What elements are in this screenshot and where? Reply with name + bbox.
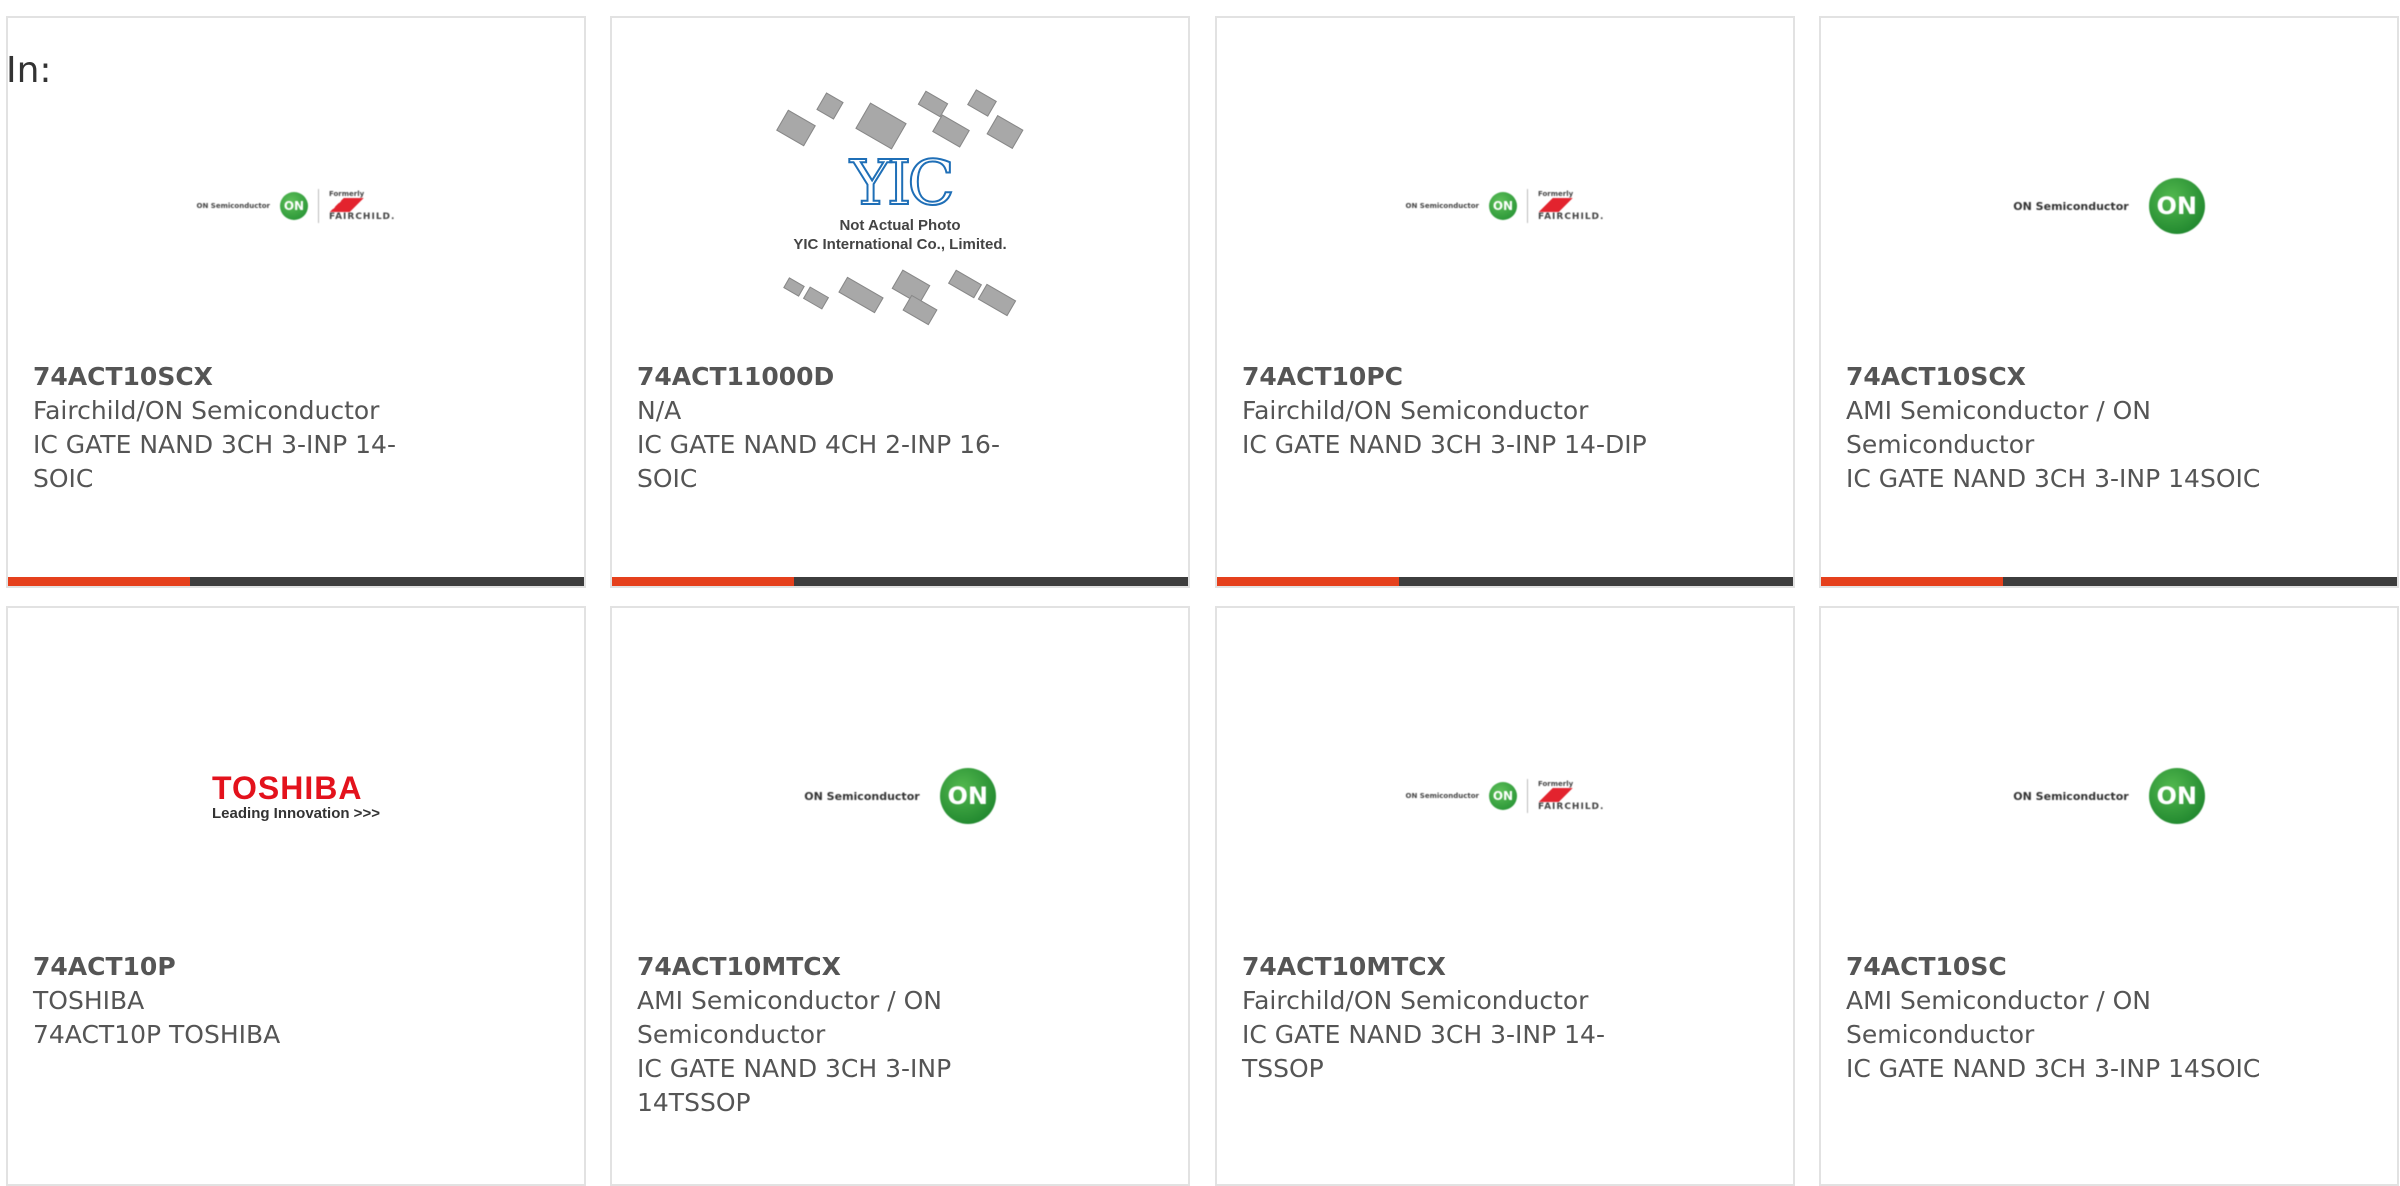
product-card[interactable]: ON Semiconductor ON Formerly FAIRCHILD. …	[1215, 606, 1795, 1186]
product-info: 74ACT10MTCX Fairchild/ON Semiconductor I…	[1242, 950, 1662, 1086]
onsemi-fairchild-logo: ON Semiconductor ON Formerly FAIRCHILD.	[197, 189, 396, 223]
product-card[interactable]: ON Semiconductor ON Formerly FAIRCHILD. …	[6, 16, 586, 588]
brand-logo: ON Semiconductor ON	[612, 670, 1188, 922]
product-info: 74ACT10MTCX AMI Semiconductor / ON Semic…	[637, 950, 1057, 1120]
part-number[interactable]: 74ACT10SCX	[33, 360, 453, 394]
manufacturer: TOSHIBA	[33, 986, 145, 1015]
card-accent-bar	[612, 577, 1188, 586]
description: IC GATE NAND 3CH 3-INP 14-TSSOP	[1242, 1020, 1605, 1083]
description: 74ACT10P TOSHIBA	[33, 1020, 281, 1049]
logo-text: ON Semiconductor	[196, 202, 270, 210]
toshiba-logo-icon: TOSHIBA Leading Innovation >>>	[212, 769, 380, 822]
brand-logo: ON Semiconductor ON Formerly FAIRCHILD.	[8, 80, 584, 332]
onsemi-fairchild-logo: ON Semiconductor ON Formerly FAIRCHILD.	[1406, 189, 1605, 223]
logo-caption: Not Actual Photo YIC International Co., …	[793, 217, 1007, 253]
fairchild-logo-icon: Formerly FAIRCHILD.	[1537, 780, 1605, 812]
product-info: 74ACT10SC AMI Semiconductor / ON Semicon…	[1846, 950, 2266, 1086]
part-number[interactable]: 74ACT10SC	[1846, 950, 2266, 984]
yic-logo-icon: YIC	[849, 145, 956, 220]
brand-logo: ON Semiconductor ON	[1821, 80, 2397, 332]
onsemi-logo: ON Semiconductor ON	[2013, 768, 2205, 824]
manufacturer: Fairchild/ON Semiconductor	[33, 396, 380, 425]
description: IC GATE NAND 4CH 2-INP 16-SOIC	[637, 430, 1000, 493]
logo-text: ON Semiconductor	[2013, 199, 2129, 213]
product-card[interactable]: ON Semiconductor ON 74ACT10MTCX AMI Semi…	[610, 606, 1190, 1186]
part-number[interactable]: 74ACT10PC	[1242, 360, 1662, 394]
manufacturer: AMI Semiconductor / ON Semiconductor	[1846, 986, 2151, 1049]
product-grid: ON Semiconductor ON Formerly FAIRCHILD. …	[0, 0, 2400, 1186]
onsemi-logo: ON Semiconductor ON	[2013, 178, 2205, 234]
product-info: 74ACT11000D N/A IC GATE NAND 4CH 2-INP 1…	[637, 360, 1057, 496]
filter-in-label: In:	[6, 50, 52, 91]
onsemi-fairchild-logo: ON Semiconductor ON Formerly FAIRCHILD.	[1406, 779, 1605, 813]
product-info: 74ACT10SCX Fairchild/ON Semiconductor IC…	[33, 360, 453, 496]
brand-logo: ON Semiconductor ON Formerly FAIRCHILD.	[1217, 670, 1793, 922]
logo-text: ON Semiconductor	[2013, 789, 2129, 803]
card-accent-bar	[1217, 577, 1793, 586]
manufacturer: AMI Semiconductor / ON Semiconductor	[1846, 396, 2151, 459]
description: IC GATE NAND 3CH 3-INP 14-DIP	[1242, 430, 1647, 459]
part-number[interactable]: 74ACT11000D	[637, 360, 1057, 394]
fairchild-logo-icon: Formerly FAIRCHILD.	[328, 190, 396, 222]
on-logo-icon: ON	[1488, 782, 1517, 810]
logo-divider	[1526, 189, 1528, 223]
description: IC GATE NAND 3CH 3-INP 14SOIC	[1846, 464, 2261, 493]
brand-logo: YIC Not Actual Photo YIC International C…	[612, 80, 1188, 332]
product-card[interactable]: TOSHIBA Leading Innovation >>> 74ACT10P …	[6, 606, 586, 1186]
product-info: 74ACT10P TOSHIBA 74ACT10P TOSHIBA	[33, 950, 453, 1052]
onsemi-logo: ON Semiconductor ON	[804, 768, 996, 824]
logo-divider	[317, 189, 319, 223]
on-logo-icon: ON	[1488, 192, 1517, 220]
product-card[interactable]: ON Semiconductor ON 74ACT10SCX AMI Semic…	[1819, 16, 2399, 588]
part-number[interactable]: 74ACT10P	[33, 950, 453, 984]
part-number[interactable]: 74ACT10MTCX	[637, 950, 1057, 984]
brand-logo: ON Semiconductor ON Formerly FAIRCHILD.	[1217, 80, 1793, 332]
logo-divider	[1526, 779, 1528, 813]
description: IC GATE NAND 3CH 3-INP 14TSSOP	[637, 1054, 952, 1117]
part-number[interactable]: 74ACT10SCX	[1846, 360, 2266, 394]
manufacturer: AMI Semiconductor / ON Semiconductor	[637, 986, 942, 1049]
description: IC GATE NAND 3CH 3-INP 14-SOIC	[33, 430, 396, 493]
part-number[interactable]: 74ACT10MTCX	[1242, 950, 1662, 984]
fairchild-logo-icon: Formerly FAIRCHILD.	[1537, 190, 1605, 222]
manufacturer: N/A	[637, 396, 682, 425]
logo-text: ON Semiconductor	[1405, 792, 1479, 800]
on-logo-icon: ON	[2148, 178, 2205, 234]
manufacturer: Fairchild/ON Semiconductor	[1242, 396, 1589, 425]
brand-logo: TOSHIBA Leading Innovation >>>	[8, 670, 584, 922]
description: IC GATE NAND 3CH 3-INP 14SOIC	[1846, 1054, 2261, 1083]
on-logo-icon: ON	[939, 768, 996, 824]
product-card[interactable]: ON Semiconductor ON 74ACT10SC AMI Semico…	[1819, 606, 2399, 1186]
on-logo-icon: ON	[2148, 768, 2205, 824]
logo-text: ON Semiconductor	[1405, 202, 1479, 210]
card-accent-bar	[1821, 577, 2397, 586]
logo-text: ON Semiconductor	[804, 789, 920, 803]
product-info: 74ACT10SCX AMI Semiconductor / ON Semico…	[1846, 360, 2266, 496]
brand-logo: ON Semiconductor ON	[1821, 670, 2397, 922]
on-logo-icon: ON	[279, 192, 308, 220]
manufacturer: Fairchild/ON Semiconductor	[1242, 986, 1589, 1015]
product-info: 74ACT10PC Fairchild/ON Semiconductor IC …	[1242, 360, 1662, 462]
card-accent-bar	[8, 577, 584, 586]
product-card[interactable]: ON Semiconductor ON Formerly FAIRCHILD. …	[1215, 16, 1795, 588]
product-card[interactable]: YIC Not Actual Photo YIC International C…	[610, 16, 1190, 588]
yic-placeholder-image: YIC Not Actual Photo YIC International C…	[760, 86, 1040, 326]
